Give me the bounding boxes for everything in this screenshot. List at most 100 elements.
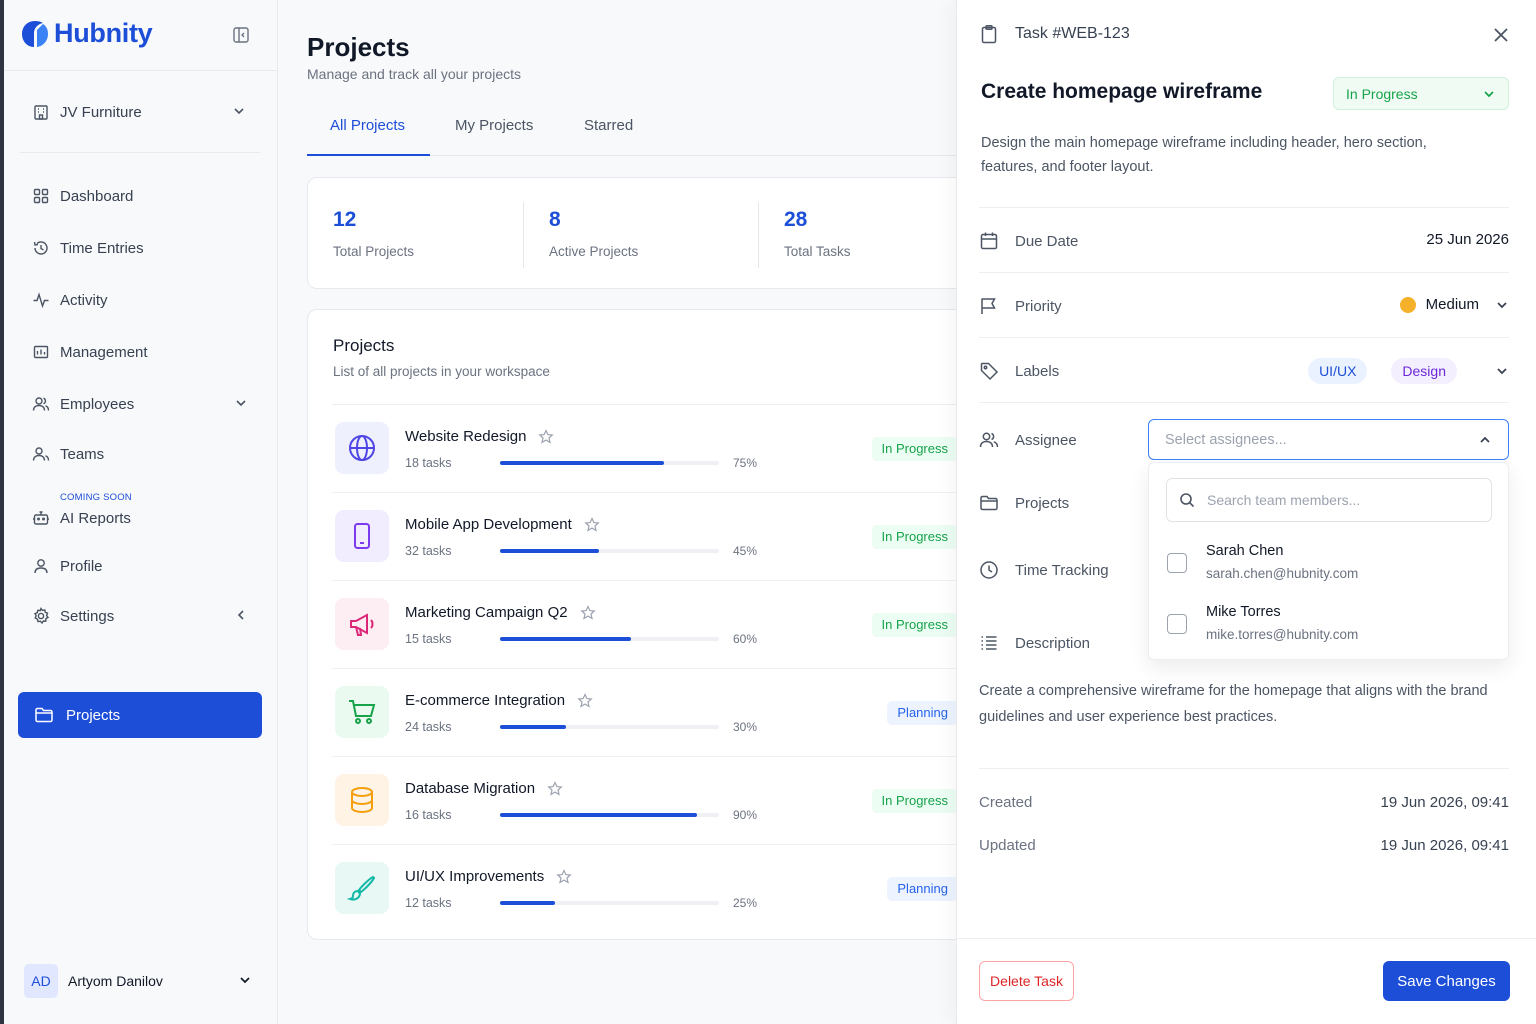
- updated-row: Updated 19 Jun 2026, 09:41: [979, 837, 1509, 854]
- stat-label: Total Projects: [333, 244, 415, 259]
- project-name-text: Website Redesign: [405, 428, 527, 445]
- project-row[interactable]: UI/UX Improvements 12 tasks 25% Planning: [332, 845, 988, 933]
- chevron-down-icon: [240, 977, 250, 984]
- member-email: sarah.chen@hubnity.com: [1206, 566, 1359, 581]
- project-name: E-commerce Integration: [405, 692, 593, 709]
- task-count: 15 tasks: [405, 632, 452, 646]
- task-header: Task #WEB-123: [979, 24, 1130, 44]
- project-name-text: Mobile App Development: [405, 516, 572, 533]
- save-changes-button[interactable]: Save Changes: [1383, 961, 1510, 1001]
- sidebar-item-label: Projects: [66, 706, 121, 724]
- progress-percent: 75%: [733, 456, 758, 470]
- task-count: 18 tasks: [405, 456, 452, 470]
- long-description[interactable]: Create a comprehensive wireframe for the…: [979, 678, 1499, 730]
- workspace-switcher[interactable]: JV Furniture: [32, 98, 250, 126]
- tab-all-projects[interactable]: All Projects: [330, 117, 405, 134]
- chevron-down-icon: [236, 400, 246, 407]
- app-name: Hubnity: [54, 18, 153, 48]
- delete-task-button[interactable]: Delete Task: [979, 961, 1074, 1001]
- progress-percent: 25%: [733, 896, 758, 910]
- sidebar-item-ai-reports[interactable]: AI Reports: [32, 504, 252, 532]
- search-icon: [1180, 493, 1195, 508]
- task-description[interactable]: Design the main homepage wireframe inclu…: [981, 131, 1481, 179]
- field-label: Assignee: [1015, 431, 1077, 449]
- assignee-dropdown: Search team members... Sarah Chen sarah.…: [1148, 462, 1509, 660]
- logo[interactable]: Hubnity: [20, 18, 153, 49]
- field-priority[interactable]: Priority Medium: [979, 291, 1509, 321]
- progress-bar: [500, 461, 719, 465]
- tab-starred[interactable]: Starred: [584, 117, 633, 134]
- sidebar-item-dashboard[interactable]: Dashboard: [32, 182, 252, 210]
- project-row[interactable]: Database Migration 16 tasks 90% In Progr…: [332, 757, 988, 845]
- star-icon[interactable]: [547, 780, 563, 797]
- sidebar-item-settings[interactable]: Settings: [32, 602, 252, 630]
- sidebar-item-profile[interactable]: Profile: [32, 552, 252, 580]
- close-icon[interactable]: [1491, 25, 1511, 45]
- sidebar-collapse-icon[interactable]: [232, 26, 254, 48]
- member-option[interactable]: Mike Torres mike.torres@hubnity.com: [1166, 602, 1492, 652]
- member-checkbox[interactable]: [1167, 553, 1187, 573]
- sidebar-item-label: Activity: [60, 291, 108, 309]
- star-icon[interactable]: [579, 604, 596, 621]
- task-detail-panel: Task #WEB-123 Create homepage wireframe …: [956, 0, 1536, 1024]
- label-chip[interactable]: UI/UX: [1308, 358, 1368, 384]
- sidebar-item-label: Profile: [60, 557, 103, 575]
- status-badge: In Progress: [871, 437, 958, 461]
- page-subtitle: Manage and track all your projects: [307, 66, 521, 82]
- star-icon[interactable]: [556, 868, 572, 885]
- folder-icon: [35, 707, 53, 723]
- calendar-chart-icon: [33, 345, 49, 359]
- sidebar-item-management[interactable]: Management: [32, 338, 252, 366]
- user-menu[interactable]: AD Artyom Danilov: [24, 964, 256, 998]
- task-count: 24 tasks: [405, 720, 452, 734]
- chevron-down-icon: [1497, 301, 1507, 308]
- divider: [979, 768, 1509, 769]
- list-icon: [981, 636, 997, 650]
- label-chip[interactable]: Design: [1391, 358, 1457, 384]
- status-value: In Progress: [1346, 85, 1418, 102]
- sidebar-item-time-entries[interactable]: Time Entries: [32, 234, 252, 262]
- flag-icon: [981, 298, 996, 314]
- users-icon: [979, 432, 999, 448]
- star-icon[interactable]: [584, 516, 600, 533]
- divider: [979, 402, 1509, 403]
- main-content: Projects Manage and track all your proje…: [279, 0, 988, 1024]
- member-search-input[interactable]: Search team members...: [1166, 478, 1492, 522]
- status-badge: In Progress: [871, 613, 958, 637]
- divider: [957, 938, 1536, 939]
- sidebar-item-teams[interactable]: Teams: [32, 440, 252, 468]
- cart-icon: [335, 686, 389, 738]
- star-icon[interactable]: [538, 428, 555, 445]
- project-name-text: Marketing Campaign Q2: [405, 604, 568, 621]
- field-label: Time Tracking: [1015, 561, 1109, 579]
- project-row[interactable]: Website Redesign 18 tasks 75% In Progres…: [332, 405, 988, 493]
- assignee-select[interactable]: Select assignees...: [1148, 419, 1509, 460]
- member-option[interactable]: Sarah Chen sarah.chen@hubnity.com: [1166, 541, 1492, 591]
- sidebar-item-employees[interactable]: Employees: [32, 390, 252, 418]
- chevron-down-icon[interactable]: [1495, 364, 1509, 378]
- divider: [979, 337, 1509, 338]
- due-date-value: 25 Jun 2026: [1426, 231, 1509, 248]
- member-checkbox[interactable]: [1167, 614, 1187, 634]
- clock-icon: [980, 561, 998, 579]
- project-row[interactable]: Mobile App Development 32 tasks 45% In P…: [332, 493, 988, 581]
- divider: [523, 202, 524, 268]
- priority-select[interactable]: Medium: [1399, 296, 1509, 313]
- project-row[interactable]: E-commerce Integration 24 tasks 30% Plan…: [332, 669, 988, 757]
- priority-value: Medium: [1425, 296, 1479, 313]
- field-labels[interactable]: Labels UI/UX Design: [979, 356, 1509, 386]
- stat-value: 28: [784, 208, 808, 231]
- sidebar-item-projects[interactable]: Projects: [18, 692, 262, 738]
- sidebar-item-label: Management: [60, 343, 148, 361]
- active-tab-indicator: [307, 154, 430, 156]
- field-due-date[interactable]: Due Date 25 Jun 2026: [979, 226, 1509, 256]
- project-row[interactable]: Marketing Campaign Q2 15 tasks 60% In Pr…: [332, 581, 988, 669]
- task-count: 16 tasks: [405, 808, 452, 822]
- member-email: mike.torres@hubnity.com: [1206, 627, 1359, 642]
- task-count: 32 tasks: [405, 544, 452, 558]
- star-icon[interactable]: [577, 692, 593, 709]
- task-title[interactable]: Create homepage wireframe: [981, 80, 1262, 104]
- sidebar-item-activity[interactable]: Activity: [32, 286, 252, 314]
- status-select[interactable]: In Progress: [1333, 77, 1509, 110]
- tab-my-projects[interactable]: My Projects: [455, 117, 533, 134]
